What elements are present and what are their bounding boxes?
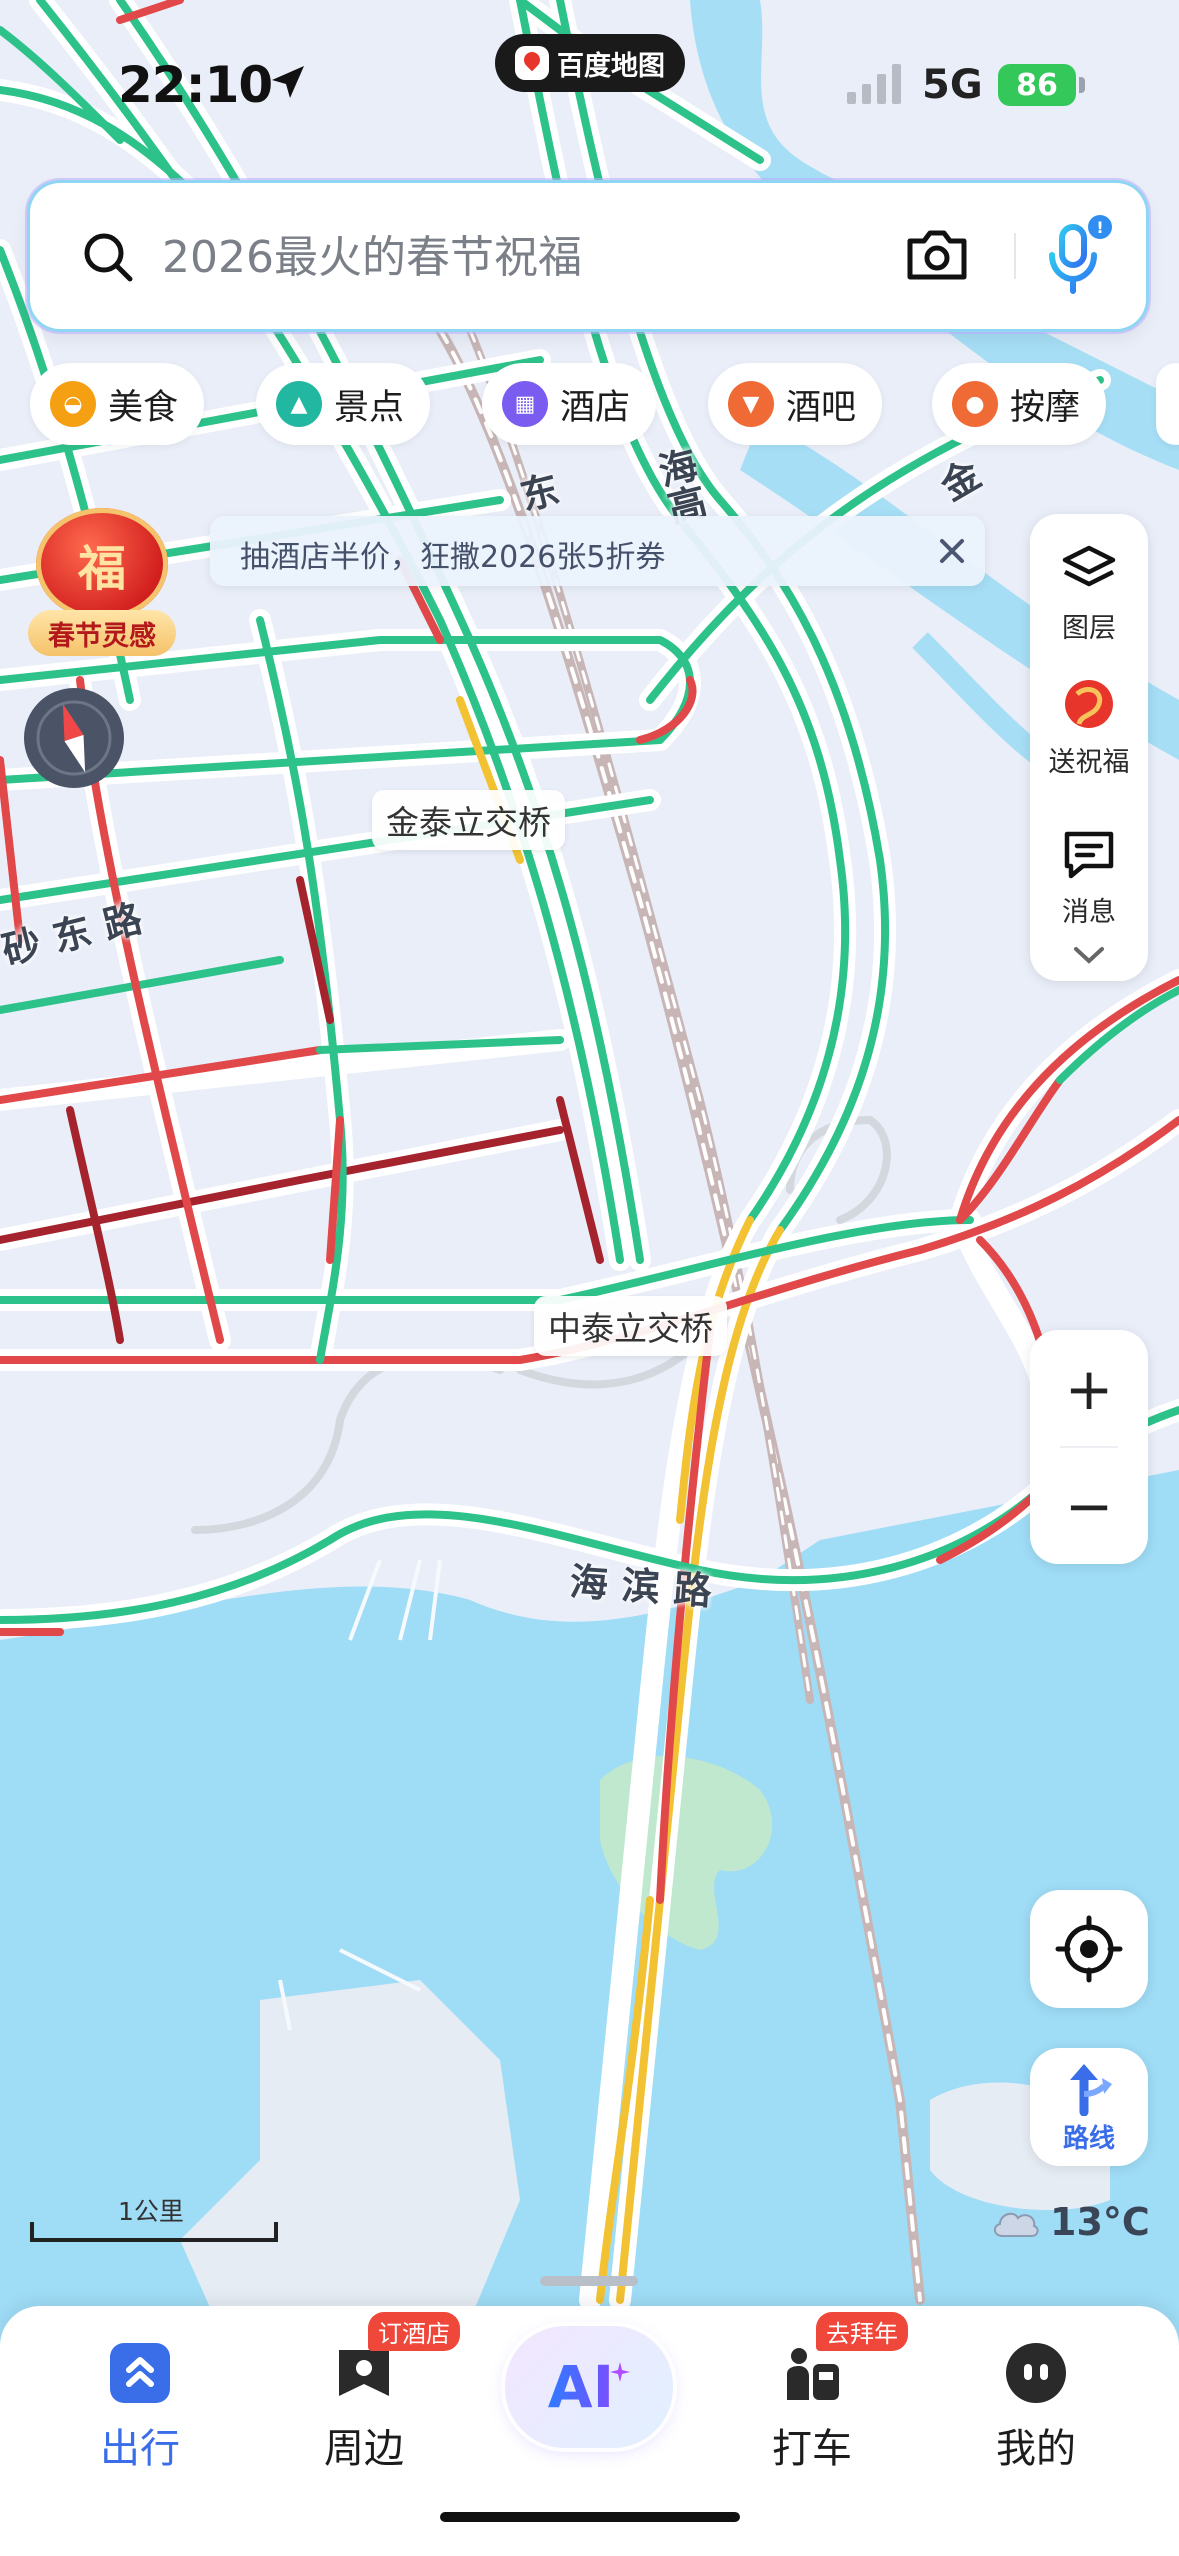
category-chip-more[interactable] <box>1156 363 1179 445</box>
send-greeting-button[interactable]: 送祝福 <box>1030 674 1148 814</box>
compass-icon[interactable] <box>20 684 128 792</box>
message-icon <box>1064 831 1114 879</box>
chevron-down-icon[interactable] <box>1072 944 1106 966</box>
chip-label: 酒吧 <box>786 387 857 428</box>
locate-me-button[interactable] <box>1030 1890 1148 2008</box>
battery-indicator: 86 <box>998 64 1076 106</box>
category-chip-hotel[interactable]: ▦ 酒店 <box>482 363 657 445</box>
search-icon <box>84 233 133 282</box>
temperature: 13°C <box>1050 2200 1150 2244</box>
messages-label: 消息 <box>1062 897 1116 928</box>
category-chip-massage[interactable]: ● 按摩 <box>932 363 1107 445</box>
route-icon <box>1070 2064 1112 2116</box>
signal-icon <box>847 64 901 104</box>
category-chip-bar[interactable]: ▼ 酒吧 <box>708 363 883 445</box>
zoom-in-button[interactable]: + <box>1030 1330 1148 1447</box>
microphone-icon[interactable]: ! <box>1040 213 1114 295</box>
layers-icon <box>1062 545 1116 587</box>
ai-label: AI <box>547 2353 615 2421</box>
network-type: 5G <box>922 62 983 108</box>
nav-item-taxi[interactable]: 打车 去拜年 <box>722 2306 908 2476</box>
fortune-lantern-icon: 福 <box>36 508 168 620</box>
nav-label: 出行 <box>100 2426 180 2472</box>
scenic-icon: ▲ <box>276 381 322 427</box>
hotel-promo-badge: 订酒店 <box>368 2312 460 2351</box>
greeting-icon <box>1065 680 1113 728</box>
category-chip-food[interactable]: ◒ 美食 <box>30 363 205 445</box>
massage-icon: ● <box>952 381 998 427</box>
interchange-label-jintai[interactable]: 金泰立交桥 <box>372 790 565 850</box>
nav-item-ai[interactable]: AI <box>505 2326 673 2448</box>
interchange-label-zhongtai[interactable]: 中泰立交桥 <box>534 1296 727 1356</box>
route-button[interactable]: 路线 <box>1030 2048 1148 2166</box>
zoom-out-button[interactable]: − <box>1030 1447 1148 1564</box>
app-source-pill[interactable]: 百度地图 <box>495 34 685 92</box>
fortune-character: 福 <box>77 541 126 597</box>
hotel-icon: ▦ <box>502 381 548 427</box>
new-year-badge: 去拜年 <box>816 2312 908 2351</box>
nav-label: 我的 <box>996 2426 1076 2472</box>
route-label: 路线 <box>1062 2124 1115 2154</box>
layers-button[interactable]: 图层 <box>1030 540 1148 680</box>
food-icon: ◒ <box>50 381 96 427</box>
svg-text:!: ! <box>1096 218 1103 237</box>
battery-tip <box>1079 77 1085 93</box>
chip-label: 按摩 <box>1010 387 1081 428</box>
layers-label: 图层 <box>1062 613 1116 644</box>
map-tools-panel: 图层 送祝福 消息 <box>1030 514 1148 981</box>
profile-icon <box>1006 2343 1066 2403</box>
festival-label: 春节灵感 <box>28 610 176 656</box>
travel-icon <box>110 2343 170 2403</box>
festival-badge[interactable]: 福 春节灵感 <box>28 508 178 658</box>
status-time: 22:10 <box>118 56 273 114</box>
drag-handle[interactable] <box>540 2276 638 2286</box>
location-arrow-icon <box>272 66 304 98</box>
chip-label: 酒店 <box>560 387 631 428</box>
promo-banner[interactable]: 抽酒店半价，狂撒2026张5折券 <box>210 516 985 586</box>
baidu-maps-logo-icon <box>515 46 549 80</box>
greeting-label: 送祝福 <box>1048 747 1130 778</box>
search-bar[interactable]: ! <box>30 183 1146 329</box>
battery-level: 86 <box>1016 67 1058 103</box>
nav-item-travel[interactable]: 出行 <box>50 2306 230 2476</box>
search-divider <box>1014 233 1016 279</box>
messages-button[interactable]: 消息 <box>1030 824 1148 964</box>
cloud-icon <box>994 2212 1039 2237</box>
chip-label: 景点 <box>334 387 405 428</box>
search-input[interactable] <box>160 219 914 295</box>
road-name-haibin: 海滨路 <box>568 1559 728 1615</box>
scale-bar <box>30 2222 278 2242</box>
category-chip-scenic[interactable]: ▲ 景点 <box>256 363 431 445</box>
nav-item-profile[interactable]: 我的 <box>946 2306 1126 2476</box>
crosshair-icon <box>1055 1915 1123 1983</box>
sparkle-icon <box>610 2362 631 2382</box>
weather-widget[interactable]: 13°C <box>990 2200 1150 2244</box>
nav-item-nearby[interactable]: 周边 订酒店 <box>274 2306 460 2476</box>
close-icon[interactable] <box>932 531 972 571</box>
home-indicator <box>440 2512 740 2522</box>
promo-text: 抽酒店半价，狂撒2026张5折券 <box>240 540 666 575</box>
chip-label: 美食 <box>108 387 179 428</box>
bar-icon: ▼ <box>728 381 774 427</box>
nav-label: 周边 <box>324 2426 404 2472</box>
app-name: 百度地图 <box>557 50 665 82</box>
zoom-controls: + − <box>1030 1330 1148 1564</box>
camera-icon[interactable] <box>904 225 970 285</box>
nav-label: 打车 <box>772 2426 852 2472</box>
